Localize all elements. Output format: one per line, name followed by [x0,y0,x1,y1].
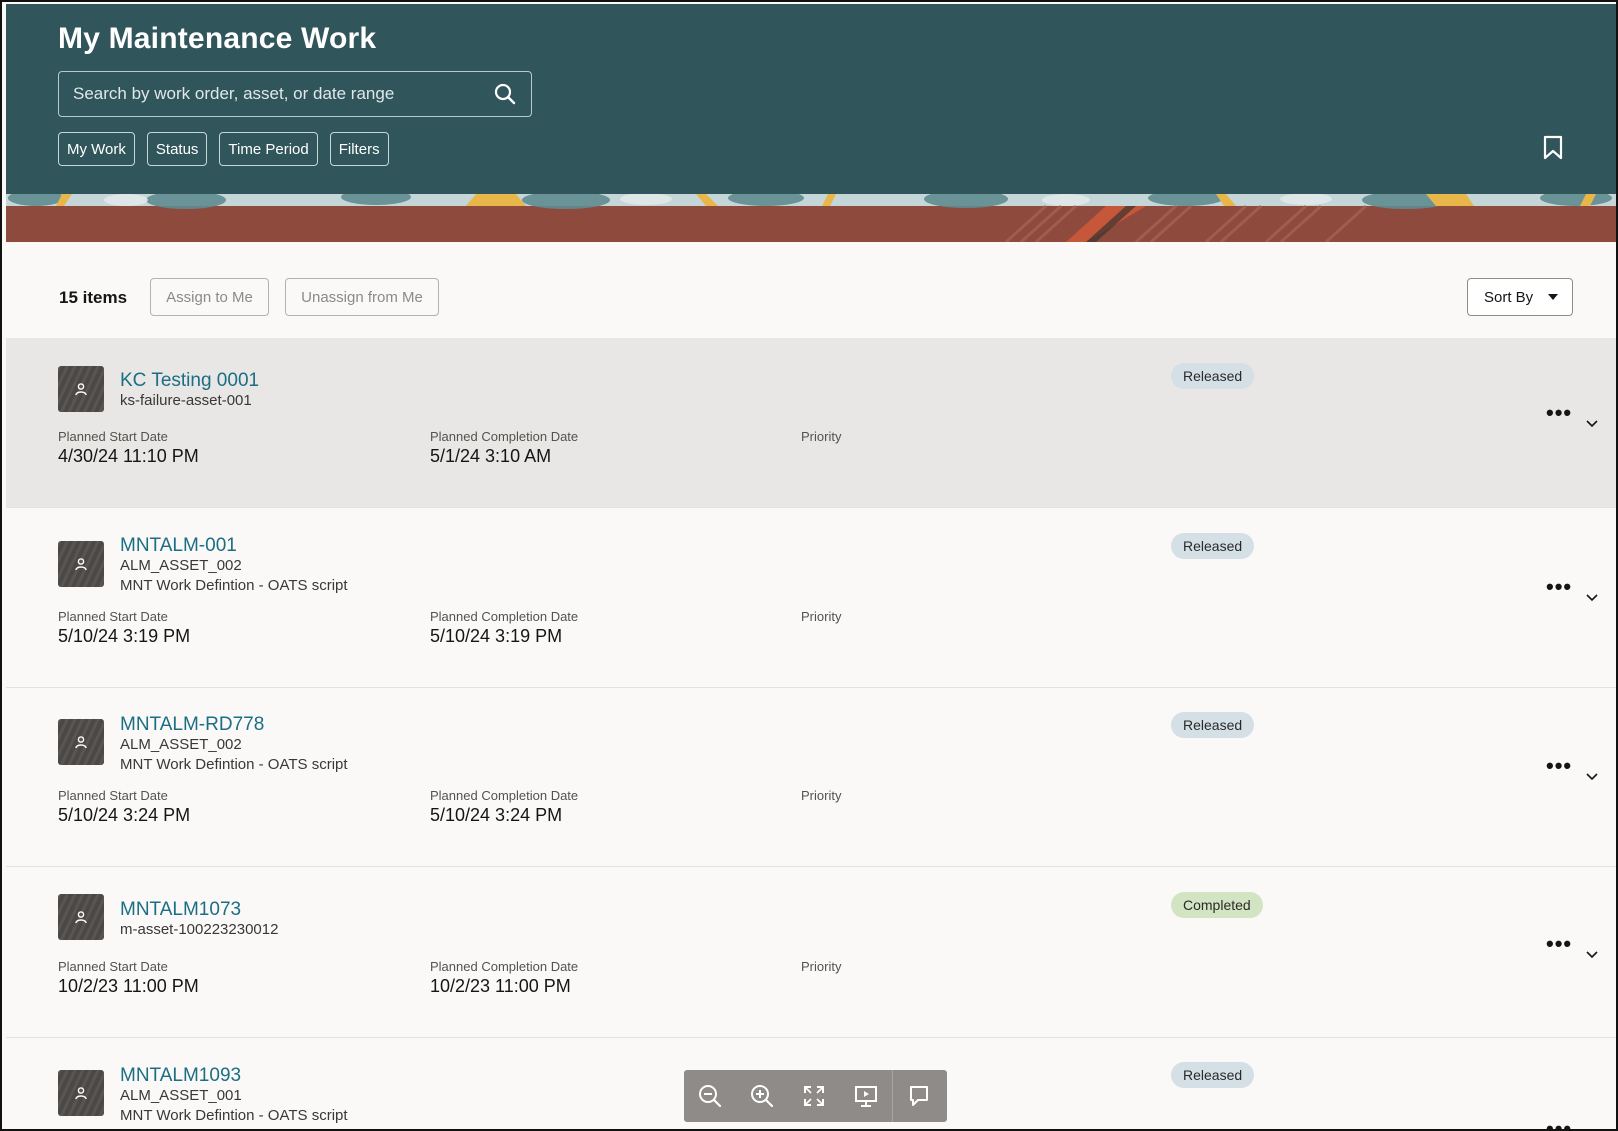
status-badge: Released [1171,533,1255,559]
planned-completion-label: Planned Completion Date [430,429,579,444]
status-badge: Released [1171,712,1255,738]
search-box[interactable] [58,71,532,117]
more-actions-icon[interactable]: ••• [1546,1116,1572,1129]
sort-by-button[interactable]: Sort By [1467,278,1573,316]
zoom-in-icon [751,1085,774,1108]
zoom-in-button[interactable] [736,1070,788,1122]
avatar [58,894,104,940]
more-actions-icon[interactable]: ••• [1546,400,1572,426]
list-toolbar: 15 items Assign to Me Unassign from Me S… [6,242,1616,338]
decorative-banner [6,194,1616,242]
planned-completion-value: 5/10/24 3:19 PM [430,626,563,646]
list-item[interactable]: MNTALM-RD778 ALM_ASSET_002 MNT Work Defi… [6,688,1616,867]
asset-name: ks-failure-asset-001 [120,392,252,409]
avatar [58,541,104,587]
chip-my-work[interactable]: My Work [58,132,135,166]
person-icon [75,383,87,396]
planned-start-label: Planned Start Date [58,959,168,974]
avatar [58,719,104,765]
chevron-down-icon[interactable] [1586,594,1598,602]
work-definition: MNT Work Defintion - OATS script [120,756,348,773]
unassign-from-me-button[interactable]: Unassign from Me [285,278,439,316]
search-icon[interactable] [493,82,517,106]
search-input[interactable] [73,84,493,104]
work-order-link[interactable]: MNTALM1093 [120,1065,241,1087]
filter-chips: My Work Status Time Period Filters [58,132,389,166]
chevron-down-icon[interactable] [1586,773,1598,781]
planned-completion-value: 10/2/23 11:00 PM [430,976,571,996]
chip-time-period[interactable]: Time Period [219,132,318,166]
viewer-toolbar [684,1070,947,1122]
planned-start-label: Planned Start Date [58,609,168,624]
list-item[interactable]: MNTALM1073 m-asset-100223230012 Planned … [6,867,1616,1038]
asset-name: m-asset-100223230012 [120,921,279,938]
chevron-down-icon[interactable] [1586,951,1598,959]
planned-completion-label: Planned Completion Date [430,609,579,624]
avatar [58,1070,104,1116]
item-count: 15 items [59,288,128,307]
status-badge: Released [1171,1062,1255,1088]
more-actions-icon[interactable]: ••• [1546,574,1572,600]
more-actions-icon[interactable]: ••• [1546,931,1572,957]
asset-name: ALM_ASSET_001 [120,1087,242,1104]
page-title: My Maintenance Work [58,22,377,55]
status-badge: Completed [1171,892,1263,918]
bookmark-icon[interactable] [1542,135,1564,161]
planned-start-value: 5/10/24 3:19 PM [58,626,191,646]
app-frame: My Maintenance Work My Work Status Time … [0,0,1618,1131]
priority-label: Priority [801,959,842,974]
presentation-button[interactable] [840,1070,892,1122]
planned-completion-value: 5/10/24 3:24 PM [430,805,563,825]
caret-down-icon [1548,294,1558,300]
chevron-down-icon[interactable] [1586,420,1598,428]
planned-start-value: 4/30/24 11:10 PM [58,446,199,466]
planned-completion-value: 5/1/24 3:10 AM [430,446,552,466]
planned-completion-label: Planned Completion Date [430,788,579,803]
priority-label: Priority [801,429,842,444]
person-icon [75,911,87,924]
work-definition: MNT Work Defintion - OATS script [120,1107,348,1124]
avatar [58,366,104,412]
person-icon [75,1087,87,1100]
person-icon [75,558,87,571]
comment-button[interactable] [893,1070,945,1122]
zoom-out-button[interactable] [684,1070,736,1122]
work-definition: MNT Work Defintion - OATS script [120,577,348,594]
work-order-link[interactable]: MNTALM1073 [120,899,241,921]
planned-start-value: 5/10/24 3:24 PM [58,805,191,825]
chip-status[interactable]: Status [146,132,208,166]
person-icon [75,736,87,749]
presentation-icon [855,1086,877,1107]
chip-filters[interactable]: Filters [329,132,389,166]
sort-by-label: Sort By [1484,288,1534,306]
fullscreen-button[interactable] [788,1070,840,1122]
page-header: My Maintenance Work My Work Status Time … [6,4,1616,194]
planned-start-value: 10/2/23 11:00 PM [58,976,199,996]
assign-to-me-button[interactable]: Assign to Me [150,278,269,316]
zoom-out-icon [699,1085,722,1108]
status-badge: Released [1171,363,1255,389]
more-actions-icon[interactable]: ••• [1546,753,1572,779]
list-item[interactable]: MNTALM-001 ALM_ASSET_002 MNT Work Defint… [6,508,1616,688]
work-order-link[interactable]: MNTALM-001 [120,535,237,557]
asset-name: ALM_ASSET_002 [120,736,242,753]
list-item[interactable]: KC Testing 0001 ks-failure-asset-001 Pla… [6,338,1616,508]
work-order-link[interactable]: MNTALM-RD778 [120,714,264,736]
planned-start-label: Planned Start Date [58,429,168,444]
asset-name: ALM_ASSET_002 [120,557,242,574]
priority-label: Priority [801,788,842,803]
planned-completion-label: Planned Completion Date [430,959,579,974]
work-order-link[interactable]: KC Testing 0001 [120,370,259,392]
fullscreen-icon [804,1086,824,1106]
priority-label: Priority [801,609,842,624]
planned-start-label: Planned Start Date [58,788,168,803]
work-order-list: KC Testing 0001 ks-failure-asset-001 Pla… [6,338,1616,1129]
comment-icon [910,1086,928,1106]
